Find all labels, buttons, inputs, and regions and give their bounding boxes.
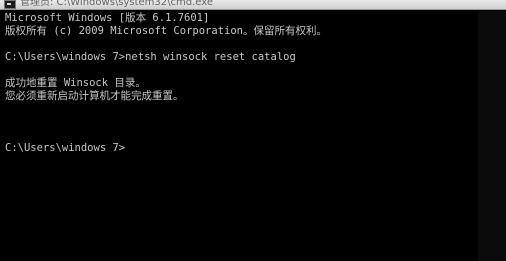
- cmd-icon: [4, 0, 16, 9]
- console-line-reset-success: 成功地重置 Winsock 目录。: [5, 77, 146, 89]
- title-bar[interactable]: 管理员: C:\Windows\system32\cmd.exe: [0, 0, 506, 10]
- window-title: 管理员: C:\Windows\system32\cmd.exe: [20, 0, 214, 8]
- console-line-restart-notice: 您必须重新启动计算机才能完成重置。: [5, 90, 184, 102]
- console-line-command: C:\Users\windows 7>netsh winsock reset c…: [5, 51, 296, 63]
- console-line-version: Microsoft Windows [版本 6.1.7601]: [5, 12, 210, 24]
- console-prompt[interactable]: C:\Users\windows 7>: [5, 142, 475, 155]
- console-output[interactable]: Microsoft Windows [版本 6.1.7601] 版权所有 (c)…: [5, 12, 475, 252]
- vertical-scrollbar[interactable]: [478, 11, 506, 261]
- console-line-copyright: 版权所有 (c) 2009 Microsoft Corporation。保留所有…: [5, 25, 327, 37]
- cmd-window: 管理员: C:\Windows\system32\cmd.exe Microso…: [0, 0, 506, 261]
